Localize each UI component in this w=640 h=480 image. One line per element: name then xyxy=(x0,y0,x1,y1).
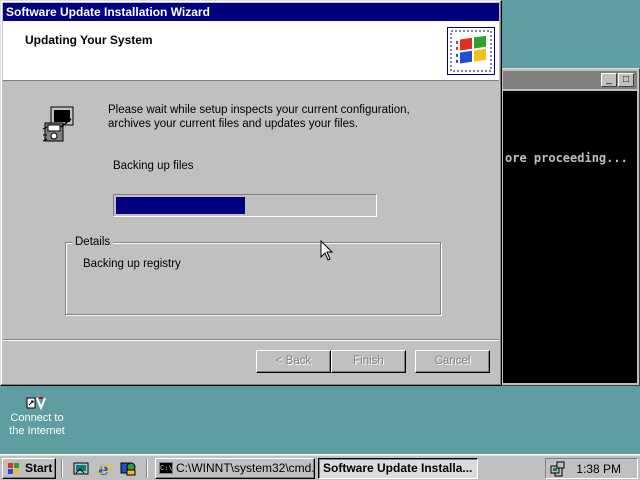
show-desktop-icon[interactable] xyxy=(72,460,90,477)
info-text: Please wait while setup inspects your cu… xyxy=(108,104,410,130)
connect-internet-shortcut[interactable]: Connect to the Internet xyxy=(4,396,70,438)
mouse-cursor-icon xyxy=(320,239,334,262)
minimize-button[interactable]: _ xyxy=(601,73,617,87)
cancel-button[interactable]: Cancel xyxy=(415,350,490,373)
finish-button[interactable]: Finish xyxy=(331,350,406,373)
internet-explorer-icon[interactable]: e xyxy=(96,460,114,480)
details-groupbox: Details Backing up registry xyxy=(65,236,441,315)
windows-logo-icon xyxy=(7,462,21,474)
cmd-icon: C:\ xyxy=(159,462,173,474)
progress-label: Backing up files xyxy=(113,160,194,172)
update-wizard-dialog: Software Update Installation Wizard Upda… xyxy=(0,0,502,386)
channels-icon[interactable] xyxy=(119,460,137,477)
network-tray-icon[interactable] xyxy=(550,461,566,477)
connect-internet-label: Connect to the Internet xyxy=(9,412,65,437)
button-separator xyxy=(3,339,499,341)
console-screen[interactable]: ore proceeding... xyxy=(503,91,637,383)
page-title: Updating Your System xyxy=(25,33,153,47)
taskbar-item-label: C:\WINNT\system32\cmd... xyxy=(176,461,315,475)
details-text: Backing up registry xyxy=(83,258,181,270)
clock[interactable]: 1:38 PM xyxy=(576,461,621,477)
wizard-titlebar[interactable]: Software Update Installation Wizard xyxy=(3,3,499,21)
taskbar: Start e C:\ C:\WINNT\system32\cmd... Sof… xyxy=(0,454,640,480)
taskbar-item-label: Software Update Installa... xyxy=(323,461,473,475)
taskbar-divider xyxy=(61,459,63,478)
progress-bar xyxy=(113,194,377,217)
taskbar-divider xyxy=(146,459,148,478)
taskbar-item-cmd[interactable]: C:\ C:\WINNT\system32\cmd... xyxy=(155,458,315,479)
console-titlebar[interactable]: _ □ xyxy=(503,71,637,89)
details-legend: Details xyxy=(72,236,114,248)
console-output: ore proceeding... xyxy=(505,151,628,165)
windows-logo-icon xyxy=(447,27,495,75)
start-button[interactable]: Start xyxy=(2,458,56,479)
setup-computer-icon xyxy=(41,105,77,145)
system-tray: 1:38 PM xyxy=(545,458,638,479)
taskbar-item-wizard[interactable]: Software Update Installa... xyxy=(318,458,478,479)
console-window[interactable]: _ □ ore proceeding... xyxy=(500,68,640,386)
progress-fill xyxy=(116,197,245,214)
start-label: Start xyxy=(25,461,53,475)
maximize-button[interactable]: □ xyxy=(618,73,634,87)
connect-internet-icon xyxy=(25,396,49,411)
wizard-header: Updating Your System xyxy=(3,21,499,81)
back-button[interactable]: < Back xyxy=(256,350,331,373)
